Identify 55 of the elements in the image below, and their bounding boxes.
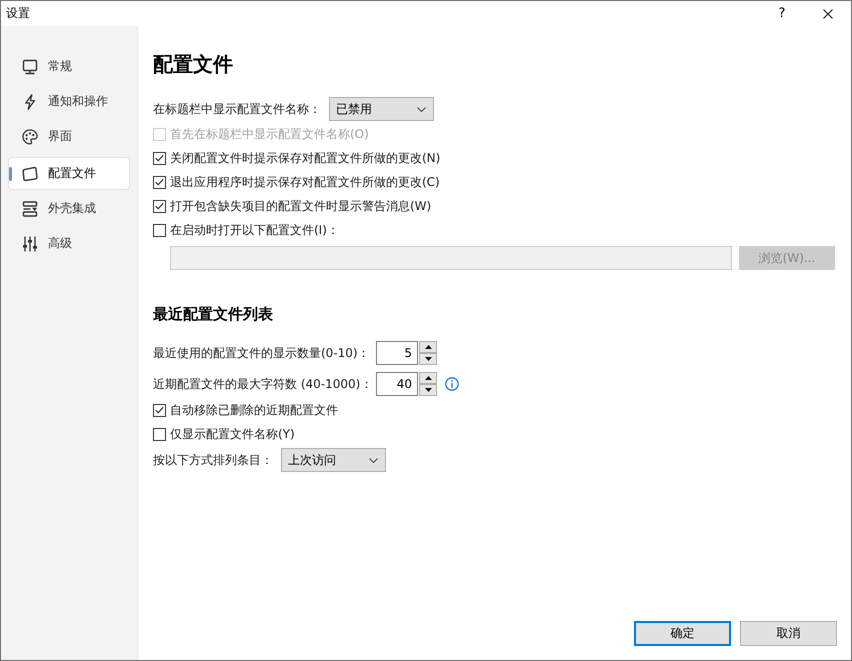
sidebar-item[interactable]: 配置文件 [8, 157, 130, 190]
checkbox[interactable] [153, 404, 166, 416]
checkbox[interactable] [153, 428, 166, 440]
checkmark-icon [155, 178, 164, 186]
field-label: 近期配置文件的最大字符数 (40-1000)： [153, 376, 374, 392]
field-label: 最近使用的配置文件的显示数量(0-10)： [153, 344, 371, 362]
number-field[interactable]: 40 [376, 372, 418, 396]
window-title: 设置 [5, 5, 30, 22]
sidebar-item[interactable]: 通知和操作 [8, 85, 130, 118]
checkmark-icon [155, 154, 164, 162]
section-heading: 最近配置文件列表 [153, 304, 273, 324]
checkbox-label[interactable]: 仅显示配置文件名称(Y) [170, 426, 295, 442]
spin-up-button[interactable] [419, 372, 437, 384]
stacked-bars-icon [22, 200, 38, 216]
lightning-icon [22, 94, 38, 110]
checkbox-label[interactable]: 关闭配置文件时提示保存对配置文件所做的更改(N) [170, 150, 440, 166]
sidebar-item[interactable]: 界面 [8, 120, 130, 153]
palette-icon [22, 128, 38, 144]
caret-up-icon [424, 345, 432, 349]
info-icon[interactable] [445, 377, 459, 391]
help-button[interactable]: ? [759, 1, 805, 26]
page-title: 配置文件 [153, 51, 233, 77]
checkbox-label[interactable]: 自动移除已删除的近期配置文件 [170, 402, 338, 418]
number-field[interactable]: 5 [376, 341, 418, 365]
field-label: 在标题栏中显示配置文件名称： [153, 100, 322, 118]
close-icon [823, 8, 833, 18]
checkmark-icon [155, 406, 164, 414]
checkbox-label[interactable]: 打开包含缺失项目的配置文件时显示警告消息(W) [170, 198, 432, 214]
checkbox[interactable] [153, 152, 166, 164]
caret-up-icon [424, 376, 432, 380]
checkbox-label[interactable]: 在启动时打开以下配置文件(I)： [170, 222, 339, 238]
sliders-icon [22, 236, 38, 252]
spin-down-button[interactable] [419, 384, 437, 396]
dropdown[interactable]: 上次访问 [281, 448, 386, 472]
checkbox-label[interactable]: 退出应用程序时提示保存对配置文件所做的更改(C) [170, 174, 440, 190]
spin-down-button[interactable] [419, 353, 437, 365]
sidebar-item[interactable]: 外壳集成 [8, 192, 130, 225]
checkmark-icon [155, 202, 164, 210]
sidebar-item[interactable]: 高级 [8, 227, 130, 260]
monitor-icon [22, 58, 38, 74]
ok-button[interactable]: 确定 [634, 621, 731, 646]
chevron-down-icon [417, 106, 426, 112]
caret-down-icon [424, 388, 432, 392]
sidebar-item[interactable]: 常规 [8, 50, 130, 83]
checkbox[interactable] [153, 224, 166, 236]
caret-down-icon [424, 357, 432, 361]
spin-up-button[interactable] [419, 341, 437, 353]
field-label: 按以下方式排列条目： [153, 452, 274, 468]
cancel-button[interactable]: 取消 [740, 621, 837, 646]
checkbox[interactable] [153, 200, 166, 212]
checkbox[interactable] [153, 176, 166, 188]
dropdown[interactable]: 已禁用 [329, 97, 434, 121]
selection-indicator [9, 167, 12, 181]
chevron-down-icon [369, 458, 378, 462]
tilted-card-icon [22, 166, 38, 182]
